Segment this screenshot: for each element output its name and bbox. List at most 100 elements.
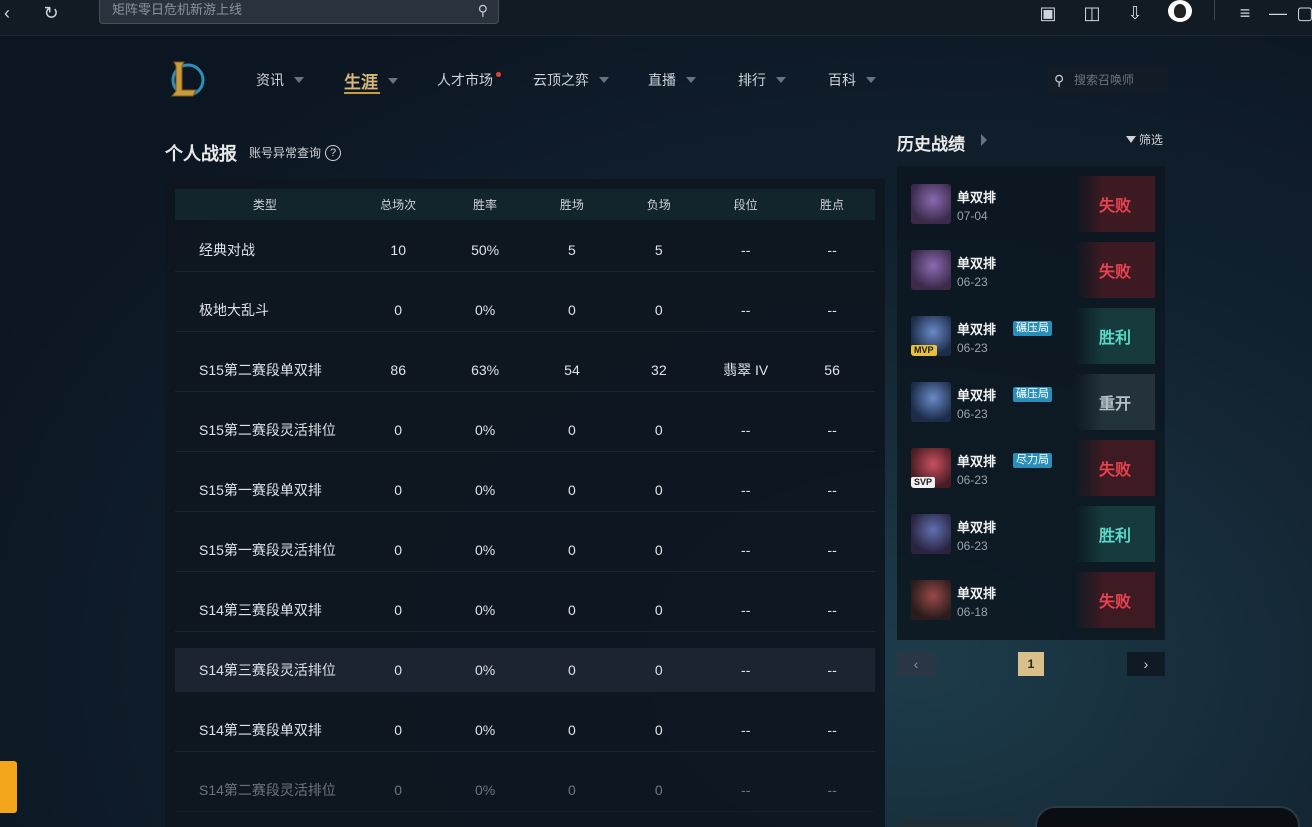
top-search-input[interactable]: 矩阵零日危机新游上线 ⚲	[99, 0, 499, 24]
cell-total: 10	[390, 241, 406, 258]
match-result: 失败	[1075, 242, 1155, 298]
champion-avatar	[911, 184, 951, 224]
cell-lp: --	[827, 661, 837, 678]
nav-talent-market[interactable]: 人才市场	[437, 70, 493, 90]
maximize-icon[interactable]: ▢	[1297, 0, 1312, 26]
back-icon[interactable]: ‹	[0, 0, 14, 26]
header-lp: 胜点	[820, 198, 845, 212]
cell-rank: --	[741, 661, 751, 678]
history-title[interactable]: 历史战绩	[897, 130, 965, 155]
chevron-right-icon[interactable]	[981, 134, 987, 146]
champion-avatar: SVP	[911, 448, 951, 488]
page-number[interactable]: 1	[1018, 652, 1044, 676]
chevron-down-icon	[388, 77, 398, 84]
match-item[interactable]: SVP 单双排 尽力局 06-23 失败	[907, 440, 1155, 496]
game-controller-icon[interactable]: ▣	[1037, 0, 1059, 26]
match-item[interactable]: 单双排 06-23 失败	[907, 242, 1155, 298]
bottom-panel[interactable]	[1035, 806, 1300, 827]
cell-rank: --	[741, 721, 751, 738]
stats-table: 类型 总场次 胜率 胜场 负场 段位 胜点 经典对战 10 50% 5 5 -- -- 极地大…	[165, 179, 885, 827]
refresh-icon[interactable]: ↻	[40, 0, 62, 26]
cell-losses: 0	[654, 421, 663, 438]
champion-avatar	[911, 580, 951, 620]
side-widget[interactable]	[0, 761, 17, 813]
chevron-down-icon	[294, 77, 304, 83]
cell-winrate: 0%	[474, 601, 496, 618]
cell-lp: --	[827, 721, 837, 738]
chevron-down-icon	[776, 77, 786, 83]
match-result: 重开	[1075, 374, 1155, 430]
cell-total: 0	[394, 481, 403, 498]
match-item[interactable]: 单双排 06-23 胜利	[907, 506, 1155, 562]
abnormal-link-label: 账号异常查询	[249, 146, 322, 160]
menu-icon[interactable]: ≡	[1236, 0, 1254, 26]
cell-type: S15第一赛段单双排	[199, 481, 322, 498]
message-icon[interactable]: ◫	[1081, 0, 1103, 26]
header-rank: 段位	[733, 198, 758, 212]
chevron-down-icon	[599, 77, 609, 83]
filter-button[interactable]: 筛选	[1126, 131, 1163, 148]
cell-type: S14第二赛段灵活排位	[199, 781, 336, 798]
minimize-icon[interactable]: —	[1269, 0, 1287, 26]
table-row[interactable]: 极地大乱斗 0 0% 0 0 -- --	[175, 288, 875, 332]
cell-wins: 54	[564, 361, 580, 378]
cell-wins: 0	[568, 661, 576, 678]
table-row[interactable]: S14第二赛段单双排 0 0% 0 0 -- --	[175, 708, 875, 752]
cell-type: S14第二赛段单双排	[199, 721, 322, 738]
table-row[interactable]: S14第三赛段灵活排位 0 0% 0 0 -- --	[175, 648, 875, 692]
cell-wins: 0	[568, 601, 576, 618]
cell-rank: --	[741, 781, 751, 798]
cell-winrate: 0%	[474, 541, 496, 558]
table-row[interactable]: S15第二赛段灵活排位 0 0% 0 0 -- --	[175, 408, 875, 452]
download-icon[interactable]: ⇩	[1124, 0, 1146, 26]
table-row[interactable]: S14第三赛段单双排 0 0% 0 0 -- --	[175, 588, 875, 632]
cell-wins: 0	[568, 301, 576, 318]
champion-avatar: MVP	[911, 316, 951, 356]
match-result: 胜利	[1075, 506, 1155, 562]
match-item[interactable]: 单双排 06-18 失败	[907, 572, 1155, 628]
qq-avatar-icon[interactable]	[1168, 0, 1192, 22]
match-item[interactable]: MVP 单双排 碾压局 06-23 胜利	[907, 308, 1155, 364]
cell-type: S15第一赛段灵活排位	[199, 541, 336, 558]
search-icon[interactable]: ⚲	[478, 0, 488, 23]
match-mode: 单双排	[957, 190, 997, 205]
nav-wiki[interactable]: 百科	[828, 70, 876, 90]
table-row[interactable]: 经典对战 10 50% 5 5 -- --	[175, 228, 875, 272]
match-mode: 单双排	[957, 388, 997, 403]
notification-dot	[496, 72, 501, 77]
nav-ranking[interactable]: 排行	[738, 70, 786, 90]
cell-losses: 0	[654, 481, 663, 498]
nav-tft[interactable]: 云顶之弈	[533, 70, 609, 90]
summoner-search-input[interactable]: ⚲ 搜索召唤师	[1048, 67, 1168, 93]
cell-wins: 0	[568, 421, 576, 438]
bottom-button[interactable]	[895, 818, 1023, 827]
help-icon[interactable]: ?	[325, 144, 342, 161]
cell-lp: --	[827, 421, 837, 438]
account-abnormal-link[interactable]: 账号异常查询 ?	[249, 144, 342, 161]
match-item[interactable]: 单双排 07-04 失败	[907, 176, 1155, 232]
cell-winrate: 63%	[471, 361, 500, 378]
cell-losses: 0	[654, 541, 663, 558]
cell-rank: --	[741, 421, 751, 438]
cell-rank: 翡翠 IV	[723, 361, 769, 378]
nav-label: 生涯	[344, 73, 378, 92]
cell-rank: --	[741, 541, 751, 558]
match-item[interactable]: 单双排 碾压局 06-23 重开	[907, 374, 1155, 430]
nav-live[interactable]: 直播	[648, 70, 696, 90]
table-row[interactable]: S15第一赛段灵活排位 0 0% 0 0 -- --	[175, 528, 875, 572]
cell-total: 86	[390, 361, 406, 378]
cell-wins: 0	[568, 721, 576, 738]
table-row[interactable]: S15第二赛段单双排 86 63% 54 32 翡翠 IV 56	[175, 348, 875, 392]
lol-logo[interactable]	[166, 58, 208, 100]
next-page-button[interactable]: ›	[1127, 652, 1165, 676]
header-type: 类型	[252, 198, 277, 212]
match-tag: 碾压局	[1013, 321, 1052, 336]
nav-career[interactable]: 生涯	[344, 68, 398, 93]
match-result: 胜利	[1075, 308, 1155, 364]
table-row[interactable]: S14第二赛段灵活排位 0 0% 0 0 -- --	[175, 768, 875, 812]
nav-label: 人才市场	[437, 72, 493, 88]
nav-news[interactable]: 资讯	[256, 70, 304, 90]
table-row[interactable]: S15第一赛段单双排 0 0% 0 0 -- --	[175, 468, 875, 512]
prev-page-button[interactable]: ‹	[897, 652, 935, 676]
cell-lp: --	[827, 781, 837, 798]
